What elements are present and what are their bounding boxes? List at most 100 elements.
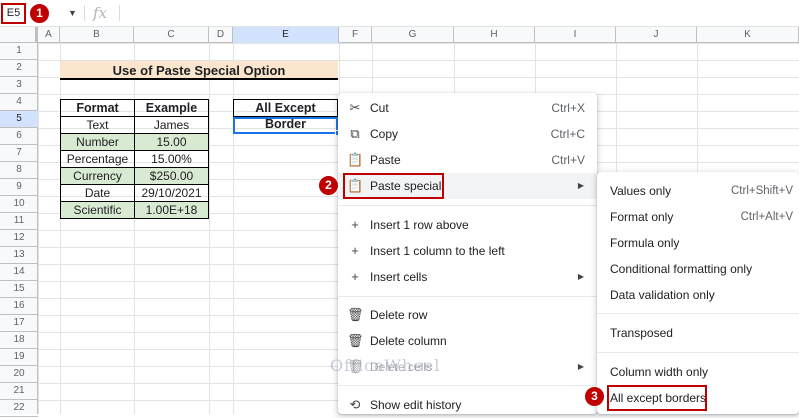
sheet-title-cell[interactable]: Use of Paste Special Option — [60, 61, 338, 80]
row-header[interactable]: 22 — [0, 400, 38, 417]
submenu-item-transposed[interactable]: Transposed — [597, 320, 799, 346]
submenu-item-format-only[interactable]: Format only Ctrl+Alt+V — [597, 204, 799, 230]
table-cell[interactable]: $250.00 — [134, 167, 209, 185]
menu-divider — [338, 205, 597, 206]
row-header[interactable]: 10 — [0, 196, 38, 213]
table-cell[interactable]: 15.00 — [134, 133, 209, 151]
menu-item-delete-row[interactable]: 🗑 Delete row — [338, 302, 597, 328]
plus-icon: + — [351, 243, 359, 258]
table-cell[interactable]: Scientific — [60, 201, 135, 219]
column-header-h[interactable]: H — [454, 27, 535, 43]
row-header[interactable]: 14 — [0, 264, 38, 281]
row-header[interactable]: 2 — [0, 60, 38, 77]
row-header[interactable]: 12 — [0, 230, 38, 247]
menu-item-label: Show edit history — [370, 398, 462, 412]
table-cell[interactable]: 15.00% — [134, 150, 209, 168]
row-header[interactable]: 8 — [0, 162, 38, 179]
table-header-format[interactable]: Format — [60, 99, 135, 117]
table-row: Scientific 1.00E+18 — [60, 201, 209, 219]
submenu-item-values-only[interactable]: Values only Ctrl+Shift+V — [597, 178, 799, 204]
menu-item-delete-column[interactable]: 🗑 Delete column — [338, 328, 597, 354]
menu-item-label: Delete column — [370, 334, 447, 348]
menu-item-label: Copy — [370, 127, 399, 141]
all-except-borders-highlight-box — [607, 385, 707, 411]
submenu-item-conditional-formatting-only[interactable]: Conditional formatting only — [597, 256, 799, 282]
menu-item-label: Insert 1 column to the left — [370, 244, 505, 258]
row-header-selected[interactable]: 5 — [0, 111, 38, 128]
row-header[interactable]: 3 — [0, 77, 38, 94]
submenu-item-label: Formula only — [610, 236, 680, 250]
plus-icon: + — [351, 269, 359, 284]
column-header-d[interactable]: D — [209, 27, 233, 43]
row-header[interactable]: 7 — [0, 145, 38, 162]
submenu-arrow-icon: ▶ — [577, 272, 584, 281]
row-header[interactable]: 9 — [0, 179, 38, 196]
submenu-item-label: Values only — [610, 184, 672, 198]
menu-item-label: Paste — [370, 153, 401, 167]
submenu-item-label: Data validation only — [610, 288, 715, 302]
table-cell[interactable]: Percentage — [60, 150, 135, 168]
watermark-logo: OfficeWheel — [330, 356, 441, 375]
menu-item-label: Cut — [370, 101, 389, 115]
submenu-item-column-width-only[interactable]: Column width only — [597, 359, 799, 385]
row-header[interactable]: 4 — [0, 94, 38, 111]
paste-special-highlight-box — [343, 173, 444, 199]
row-header[interactable]: 6 — [0, 128, 38, 145]
menu-item-insert-row[interactable]: + Insert 1 row above — [338, 212, 597, 238]
row-header[interactable]: 20 — [0, 366, 38, 383]
divider — [84, 5, 85, 21]
row-header[interactable]: 18 — [0, 332, 38, 349]
table-header-example[interactable]: Example — [134, 99, 209, 117]
row-header[interactable]: 17 — [0, 315, 38, 332]
column-header-e[interactable]: E — [233, 27, 339, 43]
table-cell[interactable]: Text — [60, 116, 135, 134]
format-table: Format Example Text James Number 15.00 P… — [60, 99, 209, 219]
menu-item-show-edit-history[interactable]: ⟲ Show edit history — [338, 392, 597, 418]
menu-shortcut: Ctrl+X — [551, 101, 585, 115]
menu-item-copy[interactable]: ⧉ Copy Ctrl+C — [338, 121, 597, 147]
submenu-item-data-validation-only[interactable]: Data validation only — [597, 282, 799, 308]
column-header-b[interactable]: B — [60, 27, 134, 43]
chevron-down-icon[interactable]: ▼ — [68, 8, 77, 18]
menu-item-insert-column[interactable]: + Insert 1 column to the left — [338, 238, 597, 264]
table-cell[interactable]: Number — [60, 133, 135, 151]
column-header-k[interactable]: K — [697, 27, 799, 43]
all-except-border-header-cell[interactable]: All Except Border — [233, 99, 338, 131]
menu-item-paste[interactable]: 📋 Paste Ctrl+V — [338, 147, 597, 173]
name-box[interactable]: E5 — [1, 3, 26, 24]
table-cell[interactable]: 29/10/2021 — [134, 184, 209, 202]
submenu-item-formula-only[interactable]: Formula only — [597, 230, 799, 256]
row-header[interactable]: 1 — [0, 43, 38, 60]
menu-shortcut: Ctrl+V — [551, 153, 585, 167]
table-cell[interactable]: Date — [60, 184, 135, 202]
table-cell[interactable]: 1.00E+18 — [134, 201, 209, 219]
paste-special-submenu: Values only Ctrl+Shift+V Format only Ctr… — [597, 172, 799, 414]
menu-item-label: Insert cells — [370, 270, 428, 284]
row-header[interactable]: 16 — [0, 298, 38, 315]
table-cell[interactable]: Currency — [60, 167, 135, 185]
table-row: Percentage 15.00% — [60, 150, 209, 168]
column-header-bar: A B C D E F G H I J K — [0, 27, 799, 43]
divider — [119, 5, 120, 21]
row-header[interactable]: 13 — [0, 247, 38, 264]
table-header-row: Format Example — [60, 99, 209, 117]
column-header-c[interactable]: C — [134, 27, 209, 43]
column-header-f[interactable]: F — [339, 27, 372, 43]
column-header-j[interactable]: J — [616, 27, 697, 43]
submenu-item-label: Transposed — [610, 326, 673, 340]
row-header[interactable]: 21 — [0, 383, 38, 400]
menu-divider — [338, 296, 597, 297]
table-cell[interactable]: James — [134, 116, 209, 134]
selected-cell-e5[interactable] — [233, 117, 338, 134]
menu-item-cut[interactable]: ✂ Cut Ctrl+X — [338, 95, 597, 121]
row-header[interactable]: 11 — [0, 213, 38, 230]
column-header-a[interactable]: A — [38, 27, 60, 43]
row-header[interactable]: 15 — [0, 281, 38, 298]
menu-item-insert-cells[interactable]: + Insert cells ▶ — [338, 264, 597, 290]
column-header-i[interactable]: I — [535, 27, 616, 43]
column-header-g[interactable]: G — [372, 27, 454, 43]
row-header-bar: 1 2 3 4 5 6 7 8 9 10 11 12 13 14 15 16 1… — [0, 43, 38, 417]
clipboard-icon: 📋 — [347, 152, 364, 167]
select-all-corner[interactable] — [0, 27, 38, 43]
row-header[interactable]: 19 — [0, 349, 38, 366]
